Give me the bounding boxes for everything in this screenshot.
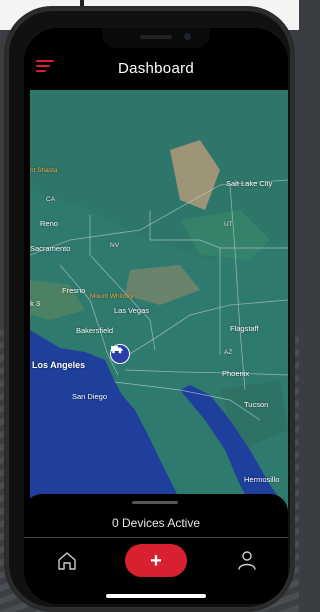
- map-label-las-vegas: Las Vegas: [114, 306, 150, 315]
- map-label-flagstaff: Flagstaff: [230, 324, 259, 333]
- phone-frame: Dashboard nt Shasta CA Reno Sacramento N…: [6, 8, 293, 610]
- map-label-nv-state: NV: [110, 242, 120, 249]
- phone-notch: [102, 28, 210, 48]
- map-label-fresno: Fresno: [62, 286, 86, 295]
- map-label-k3: k 3: [30, 299, 41, 308]
- camera-icon: [184, 33, 191, 40]
- map-label-reno: Reno: [40, 219, 58, 228]
- home-indicator-bar[interactable]: [106, 594, 206, 598]
- divider: [24, 537, 288, 538]
- map-label-san-diego: San Diego: [72, 392, 108, 401]
- add-device-button[interactable]: +: [125, 544, 187, 577]
- plus-icon: +: [150, 549, 162, 572]
- map-label-hermosillo: Hermosillo: [244, 475, 280, 484]
- truck-icon: [111, 346, 123, 354]
- user-icon[interactable]: [236, 549, 258, 571]
- map-label-sacramento: Sacramento: [30, 244, 71, 253]
- map-label-mount-whitney: Mount Whitney: [90, 293, 134, 300]
- home-icon[interactable]: [56, 550, 78, 572]
- map-label-bakersfield: Bakersfield: [76, 326, 114, 335]
- map-terrain: [30, 90, 288, 518]
- map-label-ca-state: CA: [46, 196, 56, 203]
- map-view[interactable]: nt Shasta CA Reno Sacramento NV Fresno M…: [30, 90, 288, 518]
- page-title: Dashboard: [117, 60, 195, 77]
- speaker-grille: [140, 35, 172, 39]
- phone-screen: Dashboard nt Shasta CA Reno Sacramento N…: [24, 28, 288, 604]
- device-pin[interactable]: [110, 344, 130, 364]
- map-label-salt-lake-city: Salt Lake City: [226, 179, 273, 188]
- map-label-phoenix: Phoenix: [222, 369, 250, 378]
- map-label-ut-state: UT: [224, 221, 233, 228]
- map-label-los-angeles: Los Angeles: [32, 360, 86, 370]
- bottom-sheet[interactable]: 0 Devices Active +: [24, 494, 288, 604]
- sheet-drag-handle[interactable]: [132, 501, 178, 504]
- app-header: Dashboard: [24, 48, 288, 90]
- map-label-tucson: Tucson: [244, 400, 269, 409]
- devices-active-status: 0 Devices Active: [111, 516, 201, 530]
- map-label-mount-shasta: nt Shasta: [30, 167, 58, 174]
- map-label-az-state: AZ: [224, 349, 233, 356]
